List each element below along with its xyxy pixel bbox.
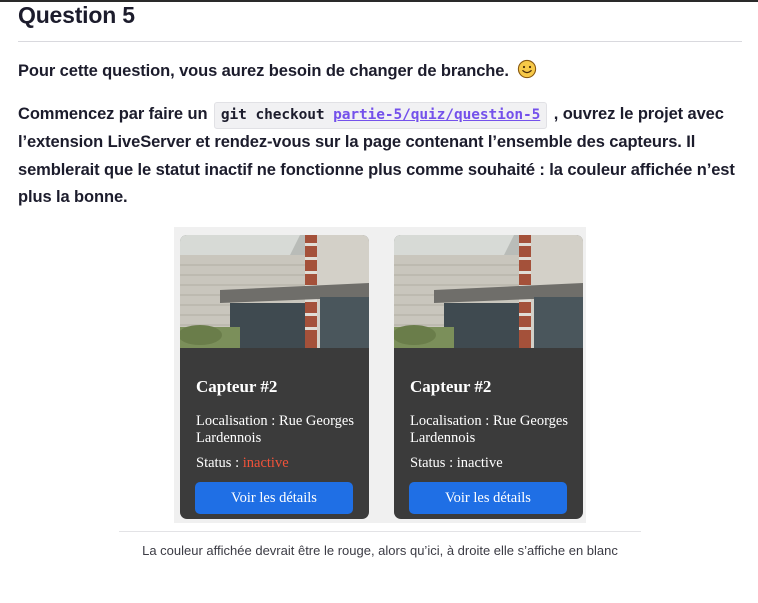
- sensor-card-right: Capteur #2 Localisation : Rue Georges La…: [394, 235, 583, 519]
- status-value: inactive: [456, 455, 503, 471]
- status-label: Status :: [196, 455, 240, 471]
- intro-paragraph: Pour cette question, vous aurez besoin d…: [18, 58, 742, 89]
- intro-text: Pour cette question, vous aurez besoin d…: [18, 62, 509, 80]
- card-title: Capteur #2: [196, 377, 278, 396]
- building-photo: [180, 235, 369, 348]
- smiley-face-icon: [517, 59, 537, 89]
- title-divider: [18, 41, 742, 42]
- card-location: Localisation : Rue Georges Lardennois: [410, 413, 568, 446]
- details-button[interactable]: Voir les détails: [195, 482, 353, 514]
- figure-caption: La couleur affichée devrait être le roug…: [142, 543, 618, 558]
- card-status: Status : inactive: [410, 455, 503, 472]
- details-button[interactable]: Voir les détails: [409, 482, 567, 514]
- screenshot-figure: Capteur #2 Localisation : Rue Georges La…: [174, 227, 586, 523]
- status-label: Status :: [410, 455, 454, 471]
- git-command-text: git checkout: [220, 107, 325, 123]
- caption-divider: [119, 531, 641, 532]
- question-title: Question 5: [18, 2, 135, 28]
- git-command-code: git checkout partie-5/quiz/question-5: [213, 102, 548, 129]
- building-photo: [394, 235, 583, 348]
- instructions-paragraph: Commencez par faire un git checkout part…: [18, 101, 742, 212]
- card-status: Status : inactive: [196, 455, 289, 472]
- status-value: inactive: [242, 455, 289, 471]
- instructions-before: Commencez par faire un: [18, 105, 208, 123]
- branch-link[interactable]: partie-5/quiz/question-5: [333, 107, 540, 123]
- card-title: Capteur #2: [410, 377, 492, 396]
- sensor-card-left: Capteur #2 Localisation : Rue Georges La…: [180, 235, 369, 519]
- card-location: Localisation : Rue Georges Lardennois: [196, 413, 354, 446]
